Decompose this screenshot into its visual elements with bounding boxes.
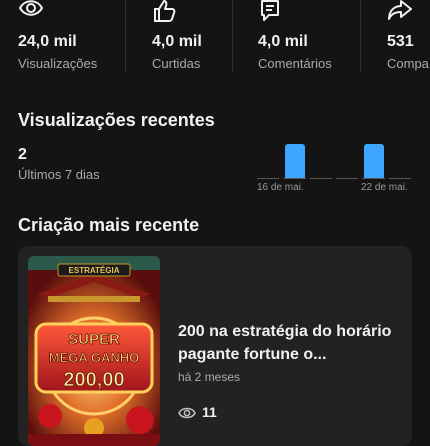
video-title[interactable]: 200 na estratégia do horário pagante for… (178, 320, 403, 366)
recent-views-period: Últimos 7 dias (18, 167, 100, 182)
recent-views-chart: 16 de mai. 22 de mai. (255, 130, 415, 200)
recent-views-count: 2 (18, 146, 27, 163)
comment-icon (261, 0, 279, 21)
video-thumbnail[interactable]: ESTRATÉGIA SUPER MEGA GANHO 200,00 (28, 256, 160, 446)
stat-comments-label: Comentários (258, 56, 332, 71)
latest-creation-title: Criação mais recente (18, 215, 200, 235)
thumbnail-line1: SUPER (68, 331, 120, 348)
stat-shares-value: 531 (387, 33, 414, 50)
stat-views-value: 24,0 mil (18, 33, 77, 50)
share-icon (388, 0, 412, 20)
divider (125, 0, 126, 72)
thumbnail-line2: MEGA GANHO (49, 350, 140, 365)
chart-baseline (283, 178, 306, 179)
chart-bar (363, 144, 384, 178)
chart-baseline (362, 178, 385, 179)
chart-baseline (257, 178, 280, 179)
video-views-count: 11 (202, 404, 217, 420)
recent-views-title: Visualizações recentes (18, 110, 215, 130)
chart-baseline (336, 178, 359, 179)
latest-video-card[interactable]: ESTRATÉGIA SUPER MEGA GANHO 200,00 200 n… (18, 246, 412, 446)
chart-baseline (388, 178, 411, 179)
stats-row: 24,0 mil Visualizações 4,0 mil Curtidas … (0, 0, 430, 80)
divider (232, 0, 233, 72)
stat-shares-label: Compa (387, 56, 429, 71)
chart-bar (284, 144, 305, 178)
stat-views-label: Visualizações (18, 56, 98, 71)
thumbnail-amount: 200,00 (63, 369, 124, 391)
chart-baseline (309, 178, 332, 179)
x-tick-label: 22 de mai. (361, 182, 408, 193)
video-age: há 2 meses (178, 370, 241, 384)
thumbnail-banner-text: ESTRATÉGIA (69, 266, 120, 275)
eye-icon (18, 0, 44, 16)
thumbnail-artwork: ESTRATÉGIA SUPER MEGA GANHO 200,00 (28, 256, 160, 446)
stat-likes-value: 4,0 mil (152, 33, 202, 50)
divider (360, 0, 361, 72)
x-tick-label: 16 de mai. (257, 182, 304, 193)
stat-likes-label: Curtidas (152, 56, 201, 71)
stat-comments-value: 4,0 mil (258, 33, 308, 50)
thumbs-up-icon (154, 0, 176, 22)
eye-icon (178, 407, 196, 419)
